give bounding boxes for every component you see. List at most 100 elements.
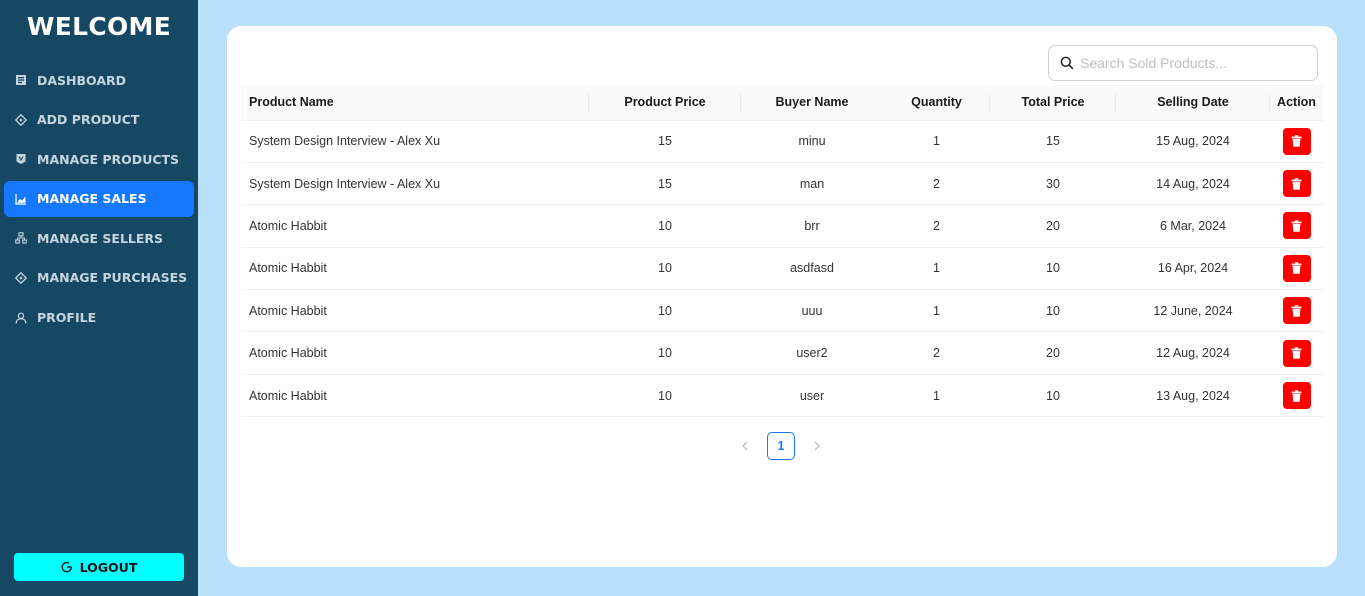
header-total-price[interactable]: Total Price (990, 85, 1116, 121)
delete-button[interactable] (1282, 127, 1311, 155)
cell-product-price: 10 (589, 289, 741, 333)
trash-icon (1291, 347, 1302, 359)
cell-action (1270, 331, 1323, 375)
table-row: Atomic Habbit 10 brr 2 20 6 Mar, 2024 (241, 204, 1323, 248)
cell-product-name: System Design Interview - Alex Xu (241, 162, 589, 206)
logout-icon (61, 561, 72, 573)
pagination: 1 (227, 432, 1337, 460)
trash-icon (1291, 177, 1302, 190)
cell-total-price: 10 (990, 374, 1116, 418)
chevron-right-icon (814, 441, 820, 451)
cell-action (1270, 204, 1323, 248)
delete-button[interactable] (1282, 297, 1311, 325)
cell-selling-date: 16 Apr, 2024 (1116, 247, 1270, 291)
trash-icon (1291, 262, 1302, 275)
sidebar-item-manage-products[interactable]: MANAGE PRODUCTS (4, 141, 194, 177)
table-row: System Design Interview - Alex Xu 15 man… (241, 162, 1323, 206)
sidebar-item-manage-purchases[interactable]: MANAGE PURCHASES (4, 260, 194, 296)
cell-selling-date: 13 Aug, 2024 (1116, 374, 1270, 418)
cell-quantity: 2 (883, 162, 990, 206)
cell-total-price: 15 (990, 120, 1116, 163)
search-box[interactable] (1048, 45, 1318, 81)
cell-selling-date: 14 Aug, 2024 (1116, 162, 1270, 206)
next-page-button[interactable] (803, 432, 831, 460)
logout-label: LOGOUT (79, 559, 138, 575)
sidebar-item-label: MANAGE SALES (37, 191, 147, 207)
sales-table: Product Name Product Price Buyer Name Qu… (241, 85, 1323, 418)
cell-buyer-name: user (741, 374, 883, 418)
cell-product-name: System Design Interview - Alex Xu (241, 120, 589, 163)
cell-product-price: 10 (589, 331, 741, 375)
table-row: Atomic Habbit 10 user 1 10 13 Aug, 2024 (241, 374, 1323, 418)
header-buyer-name[interactable]: Buyer Name (741, 85, 883, 121)
table-row: Atomic Habbit 10 user2 2 20 12 Aug, 2024 (241, 331, 1323, 375)
purchases-icon (15, 271, 27, 284)
cell-product-price: 15 (589, 120, 741, 163)
cell-product-name: Atomic Habbit (241, 247, 589, 291)
add-product-icon (15, 113, 27, 126)
sidebar-nav: DASHBOARD ADD PRODUCT MANAGE PRODUCTS MA… (4, 62, 194, 339)
table-row: Atomic Habbit 10 asdfasd 1 10 16 Apr, 20… (241, 247, 1323, 291)
delete-button[interactable] (1282, 170, 1311, 198)
sidebar-item-label: PROFILE (37, 310, 97, 326)
cell-product-name: Atomic Habbit (241, 331, 589, 375)
sidebar-item-add-product[interactable]: ADD PRODUCT (4, 102, 194, 138)
cell-product-name: Atomic Habbit (241, 289, 589, 333)
user-icon (15, 312, 27, 324)
header-action: Action (1270, 85, 1323, 121)
delete-button[interactable] (1282, 339, 1311, 367)
sidebar-item-label: ADD PRODUCT (37, 112, 140, 128)
cell-quantity: 1 (883, 374, 990, 418)
cell-total-price: 30 (990, 162, 1116, 206)
page-number-button[interactable]: 1 (767, 432, 795, 460)
sales-card: Product Name Product Price Buyer Name Qu… (227, 26, 1337, 567)
sidebar-item-label: MANAGE PURCHASES (37, 270, 188, 286)
table-row: System Design Interview - Alex Xu 15 min… (241, 120, 1323, 163)
trash-icon (1291, 389, 1302, 402)
cell-product-price: 15 (589, 162, 741, 206)
cell-total-price: 10 (990, 289, 1116, 333)
cell-total-price: 20 (990, 204, 1116, 248)
sidebar-item-profile[interactable]: PROFILE (4, 300, 194, 336)
cell-buyer-name: user2 (741, 331, 883, 375)
cell-buyer-name: man (741, 162, 883, 206)
cell-total-price: 20 (990, 331, 1116, 375)
search-input[interactable] (1080, 55, 1310, 71)
cell-selling-date: 6 Mar, 2024 (1116, 204, 1270, 248)
sidebar-item-dashboard[interactable]: DASHBOARD (4, 62, 194, 98)
cell-action (1270, 289, 1323, 333)
logout-button[interactable]: LOGOUT (14, 553, 184, 581)
header-selling-date[interactable]: Selling Date (1116, 85, 1270, 121)
cell-selling-date: 15 Aug, 2024 (1116, 120, 1270, 163)
sidebar-item-label: DASHBOARD (37, 72, 127, 88)
header-quantity[interactable]: Quantity (883, 85, 990, 121)
cell-action (1270, 162, 1323, 206)
sidebar-item-label: MANAGE SELLERS (37, 230, 164, 246)
products-icon (15, 153, 27, 165)
cell-product-price: 10 (589, 204, 741, 248)
cell-product-name: Atomic Habbit (241, 374, 589, 418)
delete-button[interactable] (1282, 254, 1311, 282)
trash-icon (1291, 220, 1302, 232)
trash-icon (1291, 135, 1302, 147)
delete-button[interactable] (1282, 212, 1311, 240)
chart-icon (15, 193, 27, 205)
cell-buyer-name: uuu (741, 289, 883, 333)
sidebar: WELCOME DASHBOARD ADD PRODUCT MANAGE PRO… (0, 0, 198, 596)
header-product-price[interactable]: Product Price (589, 85, 741, 121)
cell-quantity: 1 (883, 247, 990, 291)
cell-total-price: 10 (990, 247, 1116, 291)
table-row: Atomic Habbit 10 uuu 1 10 12 June, 2024 (241, 289, 1323, 333)
cell-quantity: 2 (883, 331, 990, 375)
cell-buyer-name: asdfasd (741, 247, 883, 291)
header-product-name[interactable]: Product Name (241, 85, 589, 121)
cell-selling-date: 12 June, 2024 (1116, 289, 1270, 333)
sidebar-item-manage-sellers[interactable]: MANAGE SELLERS (4, 220, 194, 256)
sidebar-item-manage-sales[interactable]: MANAGE SALES (4, 180, 194, 217)
prev-page-button[interactable] (731, 432, 759, 460)
cell-action (1270, 120, 1323, 163)
cell-action (1270, 374, 1323, 418)
sitemap-icon (15, 232, 27, 244)
cell-quantity: 1 (883, 120, 990, 163)
delete-button[interactable] (1282, 382, 1311, 410)
